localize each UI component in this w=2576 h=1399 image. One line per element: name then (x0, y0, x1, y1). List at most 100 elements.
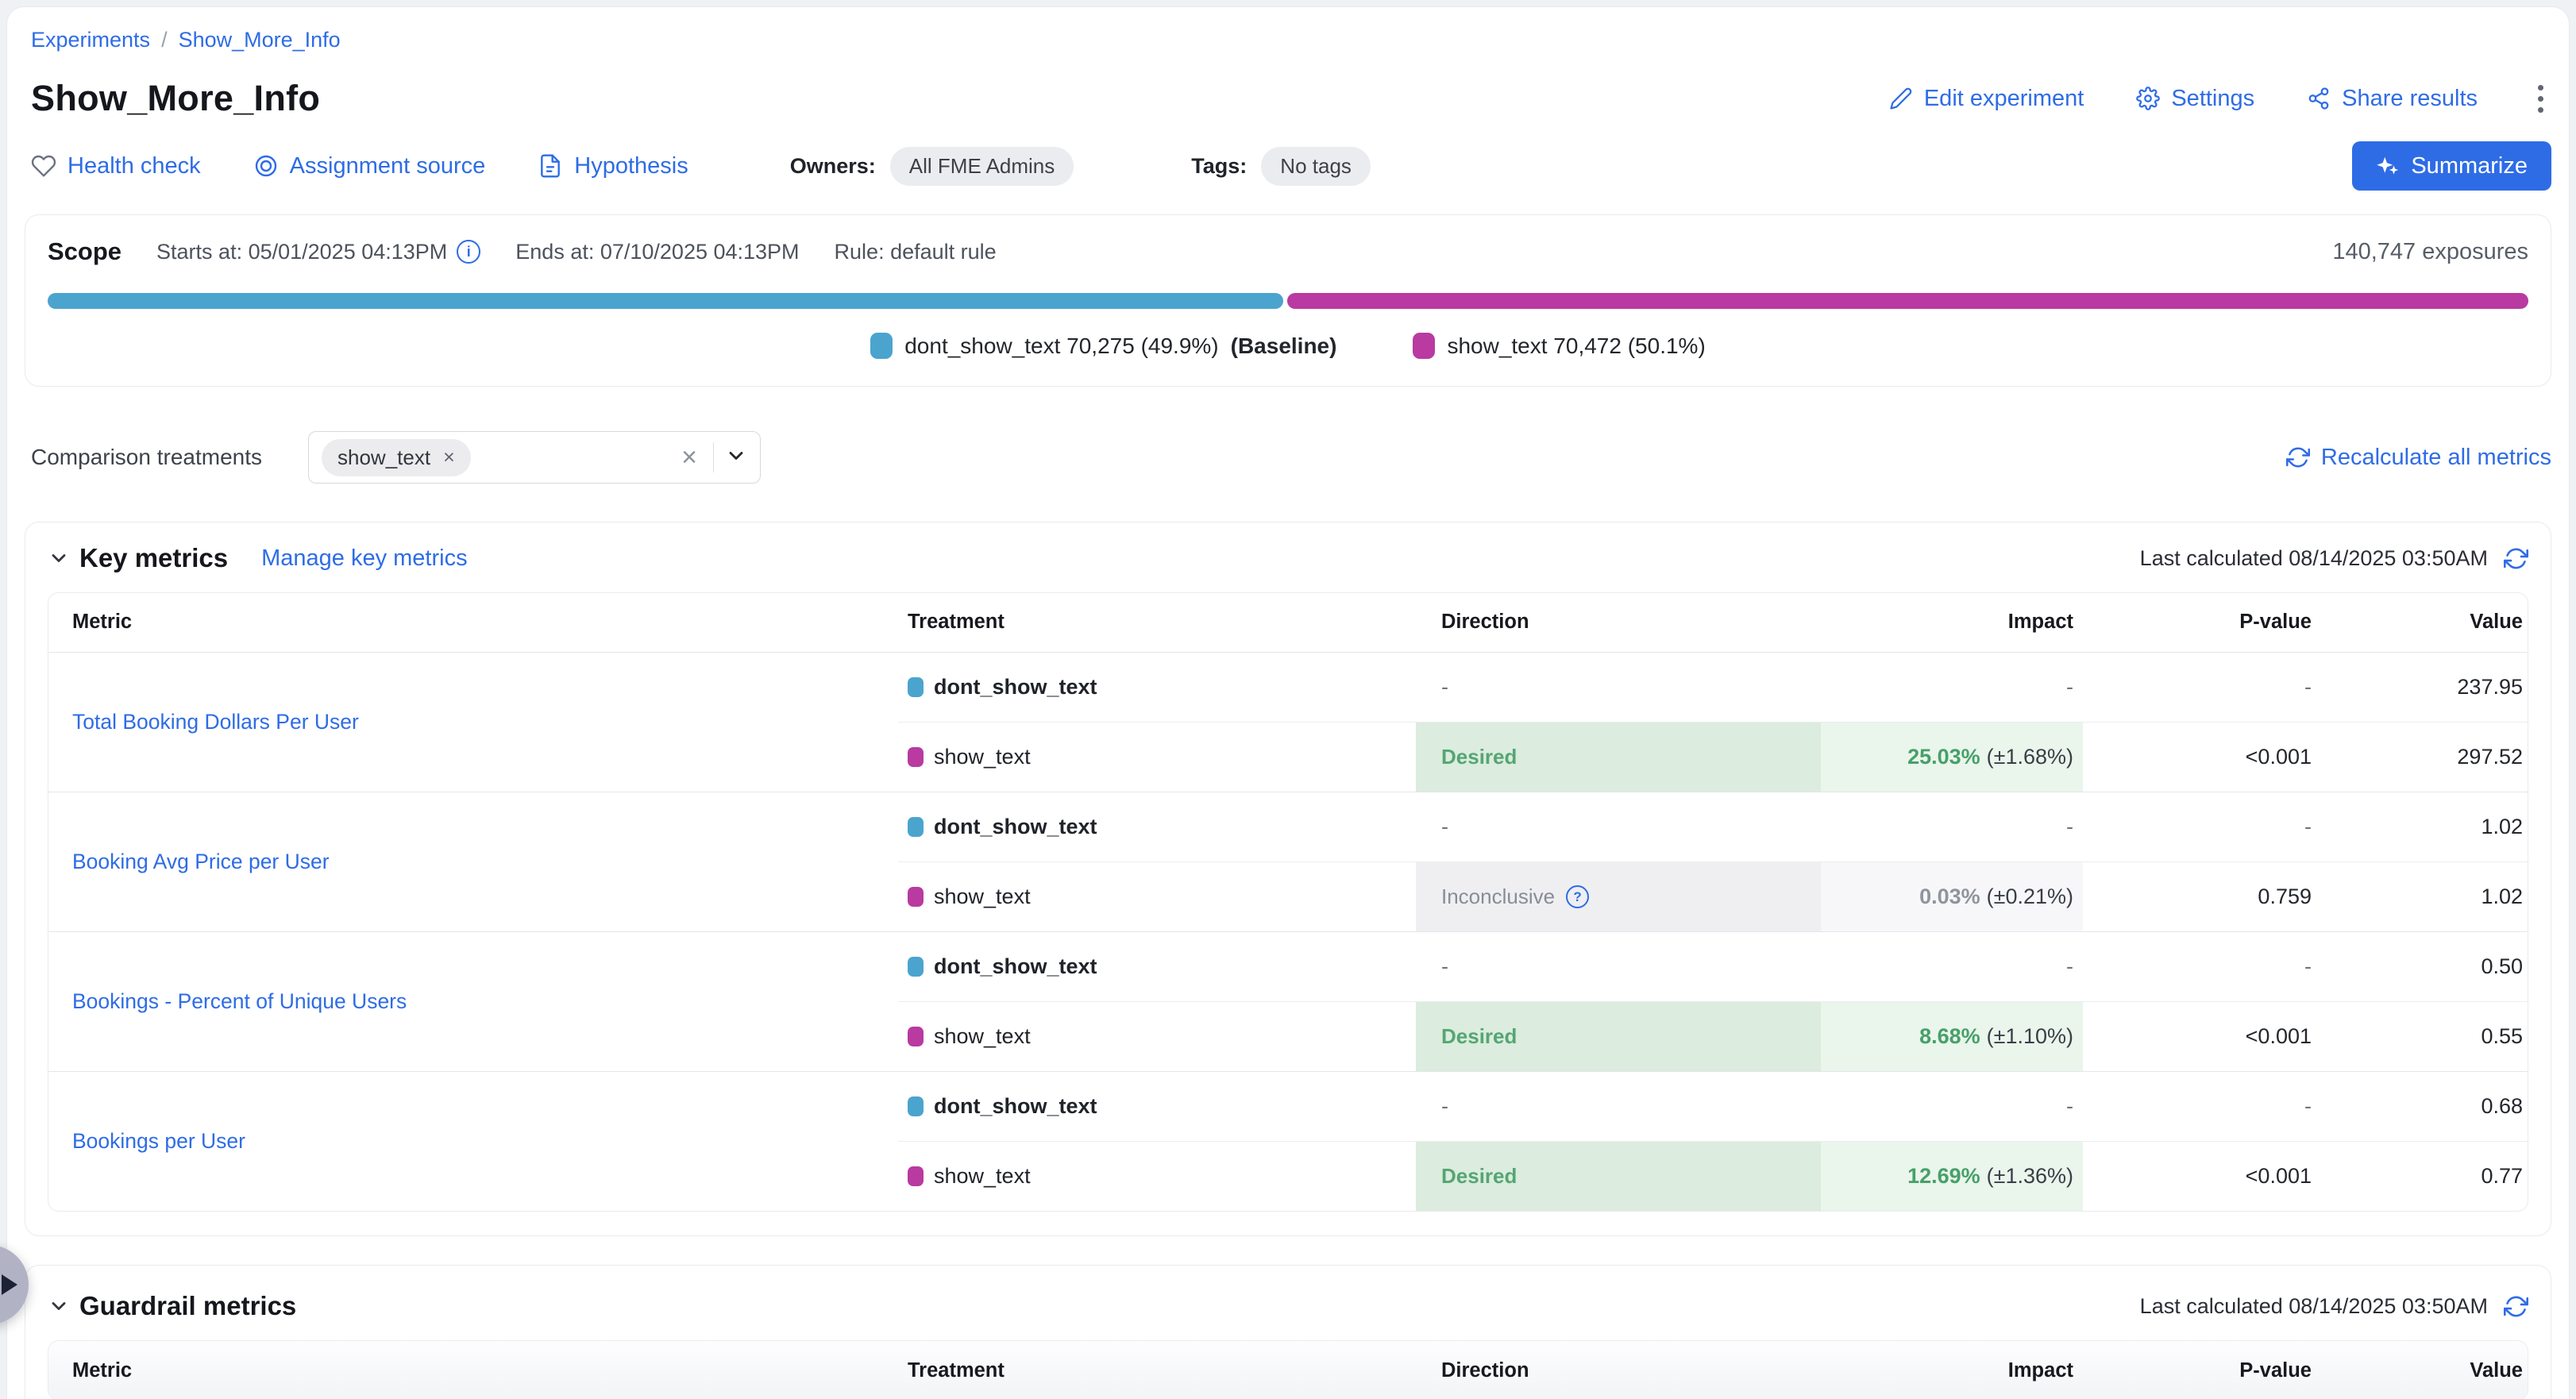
p-value-cell: - (2083, 792, 2329, 861)
recalculate-all-metrics-button[interactable]: Recalculate all metrics (2286, 445, 2551, 471)
heart-icon (31, 153, 56, 179)
collapse-chevron-icon[interactable] (48, 1295, 70, 1317)
scope-starts-at: Starts at: 05/01/2025 04:13PM i (156, 240, 480, 264)
manage-key-metrics-link[interactable]: Manage key metrics (261, 545, 468, 572)
treatment-name: show_text (934, 1164, 1031, 1189)
treatment-name: dont_show_text (934, 954, 1097, 979)
treatment-name: show_text (934, 745, 1031, 769)
treatment-chip[interactable]: show_text × (322, 439, 471, 476)
last-calculated: Last calculated 08/14/2025 03:50AM (2140, 546, 2528, 571)
treatment-name: show_text (934, 884, 1031, 909)
health-check-link[interactable]: Health check (31, 153, 201, 179)
guardrail-metrics-header: Guardrail metrics Last calculated 08/14/… (48, 1291, 2528, 1321)
p-value-cell: <0.001 (2083, 1141, 2329, 1211)
value-cell: 0.50 (2329, 931, 2528, 1001)
more-options-kebab-icon[interactable] (2530, 80, 2551, 118)
document-icon (538, 153, 563, 179)
col-p-value: P-value (2083, 593, 2329, 652)
treatment-swatch (908, 887, 924, 907)
p-value-cell: <0.001 (2083, 722, 2329, 792)
comparison-row: Comparison treatments show_text × × Reca… (25, 431, 2551, 484)
direction-cell: - (1416, 652, 1821, 722)
title-row: Show_More_Info Edit experiment Settings … (25, 78, 2551, 119)
treatment-chip-label: show_text (337, 445, 430, 470)
metric-link[interactable]: Booking Avg Price per User (72, 850, 330, 873)
direction-cell: - (1416, 792, 1821, 861)
col-treatment: Treatment (898, 1341, 1416, 1399)
impact-cell: - (1821, 1071, 2083, 1141)
scope-title: Scope (48, 237, 121, 266)
pencil-icon (1889, 87, 1913, 110)
chevron-down-icon[interactable] (725, 445, 747, 471)
owners-chip[interactable]: All FME Admins (890, 147, 1074, 186)
treatment-swatch (1413, 333, 1435, 359)
hypothesis-label: Hypothesis (574, 153, 688, 179)
breadcrumb-experiments[interactable]: Experiments (31, 28, 150, 52)
breadcrumb-current[interactable]: Show_More_Info (179, 28, 341, 52)
baseline-swatch (870, 333, 893, 359)
summarize-button[interactable]: Summarize (2352, 141, 2551, 191)
legend-treatment-label: show_text 70,472 (50.1%) (1447, 333, 1705, 359)
share-results-button[interactable]: Share results (2307, 86, 2478, 112)
table-header-row: Metric Treatment Direction Impact P-valu… (48, 1341, 2528, 1399)
tags-chip[interactable]: No tags (1261, 147, 1371, 186)
collapse-chevron-icon[interactable] (48, 547, 70, 569)
legend-item-baseline: dont_show_text 70,275 (49.9%) (Baseline) (870, 333, 1336, 359)
guardrail-metrics-title: Guardrail metrics (79, 1291, 296, 1321)
treatment-swatch (908, 1096, 924, 1116)
direction-cell: Desired (1416, 722, 1821, 792)
arrow-right-icon (2, 1274, 17, 1295)
treatment-swatch (908, 747, 924, 767)
allocation-segment-baseline (48, 293, 1283, 309)
col-metric: Metric (48, 1341, 898, 1399)
metric-link[interactable]: Total Booking Dollars Per User (72, 710, 359, 734)
scope-rule: Rule: default rule (835, 240, 997, 264)
value-cell: 0.55 (2329, 1001, 2528, 1071)
direction-cell: - (1416, 1071, 1821, 1141)
scope-ends-at: Ends at: 07/10/2025 04:13PM (515, 240, 799, 264)
col-impact: Impact (1821, 1341, 2083, 1399)
edit-experiment-button[interactable]: Edit experiment (1889, 86, 2084, 112)
hypothesis-link[interactable]: Hypothesis (538, 153, 688, 179)
last-calculated-text: Last calculated 08/14/2025 03:50AM (2140, 1294, 2488, 1319)
refresh-icon[interactable] (2504, 1294, 2528, 1319)
key-metrics-title: Key metrics (79, 543, 228, 573)
legend-item-treatment: show_text 70,472 (50.1%) (1413, 333, 1705, 359)
table-row: Total Booking Dollars Per User dont_show… (48, 652, 2528, 722)
direction-cell: Inconclusive? (1416, 861, 1821, 931)
target-icon (253, 153, 279, 179)
select-clear-icon[interactable]: × (677, 444, 702, 471)
impact-cell: 12.69%(±1.36%) (1821, 1141, 2083, 1211)
chip-remove-icon[interactable]: × (443, 448, 455, 468)
key-metrics-header: Key metrics Manage key metrics Last calc… (48, 543, 2528, 573)
question-icon[interactable]: ? (1566, 885, 1589, 908)
breadcrumb: Experiments / Show_More_Info (25, 28, 2551, 52)
treatment-swatch (908, 1166, 924, 1186)
settings-button[interactable]: Settings (2136, 86, 2254, 112)
guardrail-metrics-section: Guardrail metrics Last calculated 08/14/… (25, 1265, 2551, 1399)
refresh-icon[interactable] (2504, 546, 2528, 571)
assignment-source-link[interactable]: Assignment source (253, 153, 486, 179)
sparkles-icon (2376, 154, 2400, 178)
starts-at-text: Starts at: 05/01/2025 04:13PM (156, 240, 447, 264)
metric-link[interactable]: Bookings per User (72, 1129, 245, 1153)
info-icon[interactable]: i (457, 240, 480, 264)
col-metric: Metric (48, 593, 898, 652)
metric-link[interactable]: Bookings - Percent of Unique Users (72, 989, 407, 1013)
meta-row: Health check Assignment source Hypothesi… (25, 141, 2551, 191)
col-direction: Direction (1416, 1341, 1821, 1399)
owners-label: Owners: (790, 154, 876, 179)
share-results-label: Share results (2342, 86, 2478, 112)
table-header-row: Metric Treatment Direction Impact P-valu… (48, 593, 2528, 652)
value-cell: 297.52 (2329, 722, 2528, 792)
treatment-name: dont_show_text (934, 815, 1097, 839)
value-cell: 0.77 (2329, 1141, 2528, 1211)
treatment-swatch (908, 1027, 924, 1046)
treatment-swatch (908, 677, 924, 697)
meta-links: Health check Assignment source Hypothesi… (31, 153, 688, 179)
page-title: Show_More_Info (31, 78, 320, 119)
direction-cell: Desired (1416, 1141, 1821, 1211)
gear-icon (2136, 87, 2160, 110)
table-row: Booking Avg Price per User dont_show_tex… (48, 792, 2528, 861)
comparison-treatments-select[interactable]: show_text × × (308, 431, 761, 484)
